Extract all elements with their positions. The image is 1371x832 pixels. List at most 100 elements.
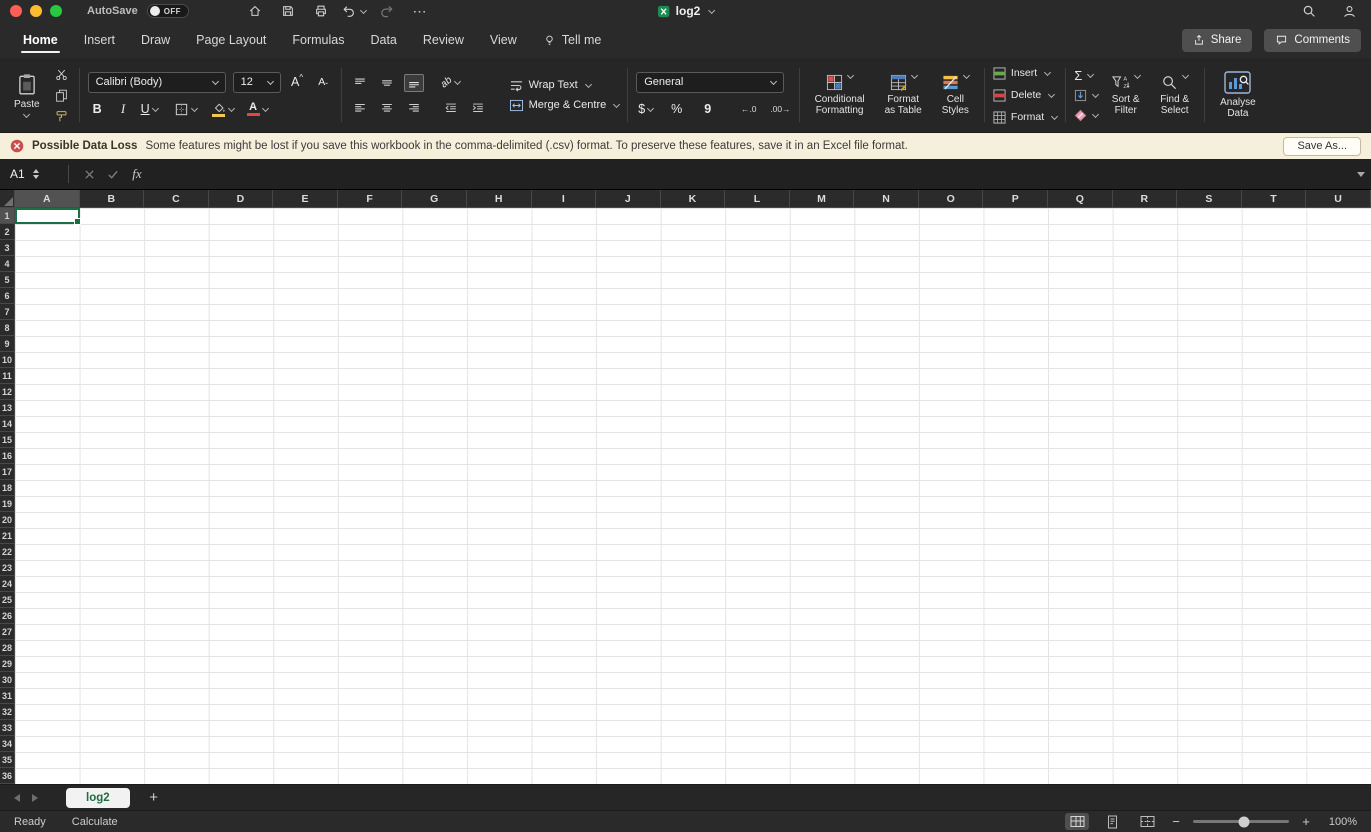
wrap-text-button[interactable]: Wrap Text — [509, 79, 620, 92]
cell-styles-button[interactable]: Cell Styles — [935, 71, 976, 116]
save-as-button[interactable]: Save As... — [1283, 136, 1361, 156]
cell-grid[interactable] — [15, 208, 1371, 784]
add-sheet-button[interactable]: + — [144, 789, 164, 806]
font-color-button[interactable]: A — [246, 100, 269, 119]
redo-button[interactable] — [375, 2, 399, 20]
number-format-select[interactable]: General — [636, 71, 785, 93]
tab-view[interactable]: View — [477, 22, 530, 58]
column-header-N[interactable]: N — [854, 190, 919, 208]
row-header-25[interactable]: 25 — [0, 592, 15, 608]
insert-cells-button[interactable]: Insert — [993, 65, 1057, 82]
column-header-D[interactable]: D — [208, 190, 274, 208]
row-header-2[interactable]: 2 — [0, 224, 15, 240]
column-header-G[interactable]: G — [402, 190, 467, 208]
zoom-level[interactable]: 100% — [1323, 816, 1357, 828]
row-header-24[interactable]: 24 — [0, 576, 15, 592]
tab-draw[interactable]: Draw — [128, 22, 183, 58]
share-button[interactable]: Share — [1181, 28, 1253, 52]
analyse-data-button[interactable]: Analyse Data — [1213, 71, 1263, 119]
row-header-13[interactable]: 13 — [0, 400, 15, 416]
row-header-32[interactable]: 32 — [0, 704, 15, 720]
formula-input[interactable] — [149, 159, 1357, 189]
row-header-34[interactable]: 34 — [0, 736, 15, 752]
page-layout-view-button[interactable] — [1100, 813, 1124, 830]
formula-bar-expand-button[interactable] — [1357, 171, 1365, 177]
font-name-select[interactable]: Calibri (Body) — [87, 71, 226, 93]
row-header-16[interactable]: 16 — [0, 448, 15, 464]
tab-review[interactable]: Review — [410, 22, 477, 58]
column-header-U[interactable]: U — [1306, 190, 1371, 208]
tab-tell-me[interactable]: Tell me — [530, 22, 615, 58]
enter-entry-button[interactable] — [101, 169, 125, 180]
row-header-6[interactable]: 6 — [0, 288, 15, 304]
decrease-indent-button[interactable] — [441, 99, 461, 117]
column-header-P[interactable]: P — [983, 190, 1048, 208]
bold-button[interactable]: B — [88, 100, 107, 119]
row-header-26[interactable]: 26 — [0, 608, 15, 624]
selected-cell[interactable] — [15, 208, 81, 225]
row-header-33[interactable]: 33 — [0, 720, 15, 736]
row-header-29[interactable]: 29 — [0, 656, 15, 672]
account-button[interactable] — [1337, 2, 1361, 20]
row-header-4[interactable]: 4 — [0, 256, 15, 272]
fill-button[interactable] — [1074, 87, 1100, 103]
format-as-table-button[interactable]: Format as Table — [878, 71, 929, 116]
column-header-Q[interactable]: Q — [1048, 190, 1113, 208]
row-header-9[interactable]: 9 — [0, 336, 15, 352]
row-header-7[interactable]: 7 — [0, 304, 15, 320]
borders-button[interactable] — [174, 100, 198, 119]
previous-sheet-button[interactable] — [8, 793, 26, 802]
column-header-T[interactable]: T — [1241, 190, 1307, 208]
tab-home[interactable]: Home — [10, 22, 71, 58]
warning-close-icon[interactable] — [10, 139, 24, 153]
decrease-decimal-button[interactable]: .00→ — [770, 100, 790, 119]
row-header-23[interactable]: 23 — [0, 560, 15, 576]
column-header-I[interactable]: I — [531, 190, 597, 208]
currency-format-button[interactable]: $ — [636, 100, 655, 119]
row-header-14[interactable]: 14 — [0, 416, 15, 432]
zoom-slider-thumb[interactable] — [1238, 816, 1250, 827]
decrease-font-size-button[interactable]: Aˇ — [314, 73, 333, 92]
row-header-18[interactable]: 18 — [0, 480, 15, 496]
insert-function-button[interactable]: fx — [125, 166, 149, 182]
more-commands-button[interactable]: ⋯ — [408, 2, 432, 20]
zoom-slider[interactable] — [1193, 816, 1289, 827]
increase-font-size-button[interactable]: A ^ — [288, 73, 307, 92]
row-header-28[interactable]: 28 — [0, 640, 15, 656]
align-right-button[interactable] — [404, 99, 424, 117]
column-header-E[interactable]: E — [273, 190, 338, 208]
align-middle-button[interactable] — [377, 74, 397, 92]
spotlight-search-button[interactable] — [1297, 2, 1321, 20]
sort-filter-button[interactable]: AZ Sort & Filter — [1104, 71, 1147, 116]
copy-button[interactable] — [53, 88, 71, 103]
row-header-27[interactable]: 27 — [0, 624, 15, 640]
close-window-button[interactable] — [10, 5, 22, 17]
format-painter-button[interactable] — [53, 109, 71, 124]
column-header-L[interactable]: L — [725, 190, 790, 208]
clear-button[interactable] — [1074, 107, 1100, 123]
column-header-H[interactable]: H — [466, 190, 532, 208]
column-header-O[interactable]: O — [918, 190, 984, 208]
column-header-F[interactable]: F — [337, 190, 403, 208]
cancel-entry-button[interactable] — [77, 169, 101, 180]
comments-button[interactable]: Comments — [1264, 28, 1361, 52]
increase-indent-button[interactable] — [468, 99, 488, 117]
column-header-J[interactable]: J — [596, 190, 661, 208]
align-left-button[interactable] — [350, 99, 370, 117]
column-header-C[interactable]: C — [144, 190, 209, 208]
orientation-button[interactable]: ab — [438, 73, 461, 92]
row-header-12[interactable]: 12 — [0, 384, 15, 400]
minimize-window-button[interactable] — [30, 5, 42, 17]
save-button[interactable] — [276, 2, 300, 20]
fill-color-button[interactable] — [212, 100, 235, 119]
align-center-button[interactable] — [377, 99, 397, 117]
row-header-19[interactable]: 19 — [0, 496, 15, 512]
conditional-formatting-button[interactable]: Conditional Formatting — [808, 71, 872, 116]
comma-format-button[interactable]: 9 — [698, 100, 717, 119]
row-header-15[interactable]: 15 — [0, 432, 15, 448]
format-cells-button[interactable]: Format — [993, 109, 1059, 126]
page-break-view-button[interactable] — [1135, 813, 1159, 830]
column-header-S[interactable]: S — [1177, 190, 1242, 208]
row-header-17[interactable]: 17 — [0, 464, 15, 480]
increase-decimal-button[interactable]: ←.0 — [739, 100, 758, 119]
